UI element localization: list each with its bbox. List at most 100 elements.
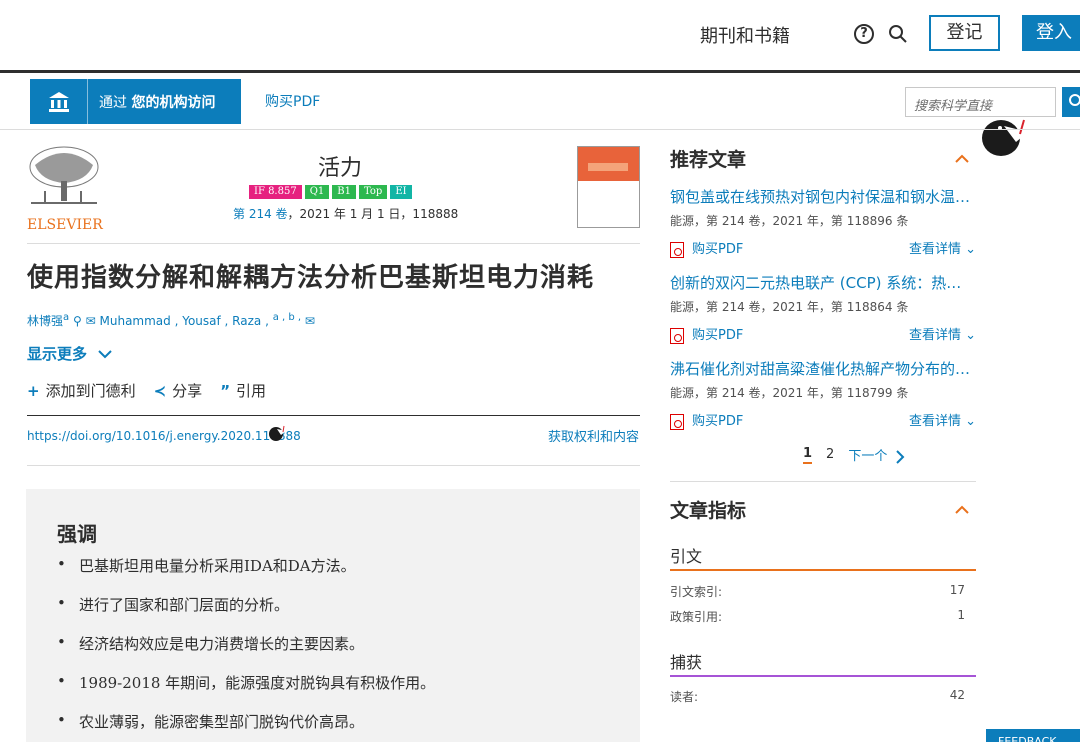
institution-access-label: 通过 您的机构访问: [99, 94, 216, 111]
zone-badge: B1: [332, 185, 356, 199]
volume-date: ，2021 年 1 月 1 日，118888: [287, 207, 459, 221]
policy-citation-row: 政策引用: 1: [670, 608, 965, 624]
volume-link[interactable]: 第 214 卷: [233, 207, 288, 221]
article-actions: + 添加到门德利 ≺ 分享 ” 引用: [27, 380, 266, 401]
register-button[interactable]: 登记: [929, 15, 1000, 51]
journal-title[interactable]: 活力: [230, 150, 450, 182]
elsevier-logo[interactable]: ELSEVIER: [27, 145, 103, 233]
quartile-badge: Q1: [304, 185, 330, 199]
citations-heading: 引文: [670, 547, 703, 566]
top-badge: Top: [358, 185, 388, 199]
recommended-article-link[interactable]: 钢包盖或在线预热对钢包内衬保温和钢水温…: [670, 186, 972, 207]
email-icon[interactable]: ✉: [86, 314, 96, 328]
list-item: • 1989-2018 年期间，能源强度对脱钩具有积极作用。: [57, 672, 436, 692]
next-page-button[interactable]: 下一个: [848, 445, 905, 464]
access-bar-divider: [0, 129, 1080, 130]
citation-index-value: 17: [949, 583, 965, 597]
header-divider: [0, 70, 1080, 73]
cite-button[interactable]: ” 引用: [220, 380, 266, 401]
chevron-up-icon[interactable]: [955, 503, 969, 517]
chevron-right-icon: [896, 449, 905, 464]
journal-cover[interactable]: [577, 146, 640, 228]
recommended-article-link[interactable]: 创新的双闪二元热电联产 (CCP) 系统：热力…: [670, 272, 972, 293]
pdf-icon: [670, 327, 684, 344]
login-button[interactable]: 登入: [1022, 15, 1080, 51]
list-item: • 农业薄弱，能源密集型部门脱钩代价高昂。: [57, 711, 365, 731]
coauthor-links[interactable]: Muhammad , Yousaf , Raza ,: [100, 314, 269, 328]
author-link[interactable]: 林博强: [27, 314, 63, 328]
recommended-meta: 能源，第 214 卷，2021 年，第 118864 条: [670, 300, 909, 314]
view-details-button[interactable]: 查看详情 ⌄: [909, 238, 976, 258]
pdf-icon: [670, 413, 684, 430]
search-icon[interactable]: [888, 24, 908, 44]
right-column-divider: [670, 481, 976, 482]
search-submit-button[interactable]: [1062, 87, 1080, 117]
ei-badge: EI: [390, 185, 412, 199]
get-rights-link[interactable]: 获取权利和内容: [548, 426, 639, 445]
chevron-down-icon: ⌄: [965, 414, 976, 429]
share-button[interactable]: ≺ 分享: [154, 380, 203, 401]
buy-pdf-link[interactable]: 购买PDF: [265, 91, 320, 111]
buy-pdf-button[interactable]: 购买PDF: [670, 238, 743, 258]
author-list: 林博强a ⚲ ✉ Muhammad , Yousaf , Raza , a , …: [27, 312, 315, 328]
page-2[interactable]: 2: [826, 447, 834, 462]
list-item: • 经济结构效应是电力消费增长的主要因素。: [57, 633, 365, 653]
feedback-button[interactable]: FEEDBACK: [986, 729, 1080, 742]
doi-divider: [27, 465, 640, 466]
view-details-button[interactable]: 查看详情 ⌄: [909, 324, 976, 344]
add-mendeley-button[interactable]: + 添加到门德利: [27, 380, 136, 401]
doi-link[interactable]: https://doi.org/10.1016/j.energy.2020.11…: [27, 429, 301, 443]
page-1[interactable]: 1: [803, 446, 813, 464]
list-item: • 巴基斯坦用电量分析采用IDA和DA方法。: [57, 555, 356, 575]
show-more-link[interactable]: 显示更多: [27, 343, 112, 364]
article-title: 使用指数分解和解耦方法分析巴基斯坦电力消耗: [27, 263, 595, 293]
cover-banner: [578, 147, 639, 181]
highlights-list: • 巴基斯坦用电量分析采用IDA和DA方法。 • 进行了国家和部门层面的分析。 • 经…: [57, 555, 435, 742]
journal-header-divider: [27, 243, 640, 244]
captures-bar: [670, 675, 976, 677]
journal-badges: IF 8.857 Q1 B1 Top EI: [249, 185, 412, 199]
recommended-meta: 能源，第 214 卷，2021 年，第 118799 条: [670, 386, 909, 400]
list-item: • 进行了国家和部门层面的分析。: [57, 594, 290, 614]
pagination: 1 2 下一个: [803, 445, 905, 464]
institution-access-button[interactable]: 通过 您的机构访问: [30, 79, 241, 124]
elsevier-tree-icon: [29, 146, 99, 204]
recommended-article-link[interactable]: 沸石催化剂对甜高粱渣催化热解产物分布的…: [670, 358, 972, 379]
buy-pdf-button[interactable]: 购买PDF: [670, 324, 743, 344]
view-details-button[interactable]: 查看详情 ⌄: [909, 410, 976, 430]
volume-info: 第 214 卷，2021 年 1 月 1 日，118888: [233, 205, 458, 222]
readers-row: 读者: 42: [670, 688, 965, 704]
citations-bar: [670, 569, 976, 571]
recommended-item: 钢包盖或在线预热对钢包内衬保温和钢水温… 能源，第 214 卷，2021 年，第…: [670, 186, 980, 258]
chevron-up-icon[interactable]: [955, 152, 969, 166]
buy-pdf-button[interactable]: 购买PDF: [670, 410, 743, 430]
journals-books-link[interactable]: 期刊和书籍: [700, 22, 790, 48]
actions-divider: [27, 415, 640, 416]
highlights-title: 强调: [57, 522, 97, 546]
chevron-down-icon: [98, 350, 112, 359]
share-icon: ≺: [153, 382, 167, 400]
recommended-title: 推荐文章: [670, 149, 747, 171]
affiliation-sups[interactable]: a , b ,: [273, 312, 301, 323]
email-icon-2[interactable]: ✉: [305, 314, 315, 328]
publisher-name: ELSEVIER: [27, 217, 103, 233]
recommended-item: 创新的双闪二元热电联产 (CCP) 系统：热力… 能源，第 214 卷，2021…: [670, 272, 980, 344]
recommended-meta: 能源，第 214 卷，2021 年，第 118896 条: [670, 214, 909, 228]
quote-icon: ”: [220, 382, 231, 400]
mascot-icon: [982, 119, 1028, 156]
institution-icon: [30, 79, 88, 124]
recommended-item: 沸石催化剂对甜高粱渣催化热解产物分布的… 能源，第 214 卷，2021 年，第…: [670, 358, 980, 430]
citation-index-row: 引文索引: 17: [670, 583, 965, 599]
chevron-down-icon: ⌄: [965, 328, 976, 343]
readers-value: 42: [949, 688, 965, 702]
mascot-small-icon: [269, 425, 286, 441]
search-submit-icon: [1069, 94, 1080, 106]
person-icon[interactable]: ⚲: [73, 314, 82, 328]
impact-factor-badge: IF 8.857: [249, 185, 302, 199]
top-header: 期刊和书籍 ? 登记 登入: [0, 0, 1080, 70]
chevron-down-icon: ⌄: [965, 242, 976, 257]
policy-citation-value: 1: [957, 608, 965, 622]
help-icon[interactable]: ?: [854, 24, 874, 44]
pdf-icon: [670, 241, 684, 258]
plus-icon: +: [27, 382, 40, 400]
